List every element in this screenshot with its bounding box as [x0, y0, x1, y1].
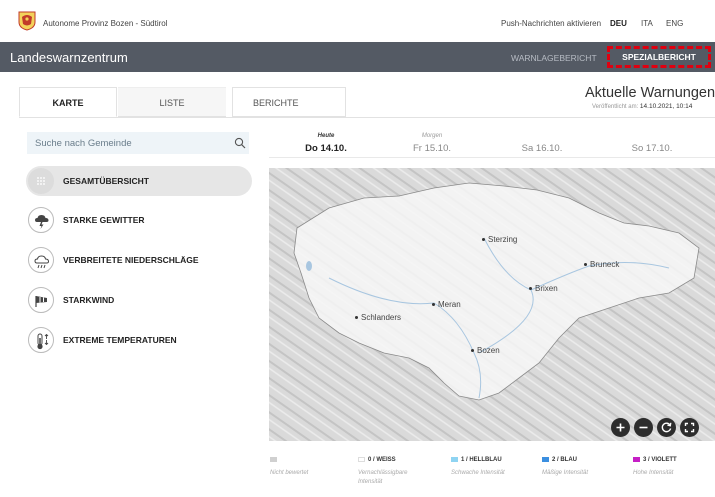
category-label: GESAMTÜBERSICHT	[63, 176, 149, 186]
tab-divider	[19, 117, 715, 118]
fullscreen-icon[interactable]	[680, 418, 699, 437]
thunderstorm-icon	[28, 207, 54, 233]
day-date: Fr 15.10.	[412, 143, 452, 154]
search-input[interactable]	[27, 132, 227, 154]
thermometer-icon	[28, 327, 54, 353]
reset-icon[interactable]	[657, 418, 676, 437]
legend-desc: Schwache Intensität	[451, 470, 505, 477]
category-extreme-temperaturen[interactable]: EXTREME TEMPERATUREN	[26, 325, 252, 355]
city-label: Meran	[432, 300, 461, 309]
rain-cloud-icon	[28, 247, 54, 273]
legend-level-0: 0 / WEISS Vernachlässigbare Intensität	[358, 457, 433, 487]
legend-title: 0 / WEISS	[368, 457, 396, 464]
legend-title: 3 / VIOLETT	[643, 457, 677, 464]
day-small-label	[602, 133, 702, 141]
province-name[interactable]: Autonome Provinz Bozen - Südtirol	[43, 19, 168, 28]
category-label: STARKE GEWITTER	[63, 215, 145, 225]
nav-spezialbericht[interactable]: SPEZIALBERICHT	[607, 46, 711, 68]
city-label: Bruneck	[584, 260, 619, 269]
lang-deu[interactable]: DEU	[610, 19, 627, 28]
city-label: Sterzing	[482, 235, 517, 244]
app-title[interactable]: Landeswarnzentrum	[10, 50, 128, 65]
lang-eng[interactable]: ENG	[666, 19, 683, 28]
published-label: Veröffentlicht am:	[592, 104, 639, 110]
published-info: Veröffentlicht am: 14.10.2021, 10:14	[592, 103, 692, 110]
nav-warnlagebericht[interactable]: WARNLAGEBERICHT	[511, 53, 597, 63]
zoom-in-icon[interactable]	[611, 418, 630, 437]
legend-title: 2 / BLAU	[552, 457, 578, 464]
category-label: VERBREITETE NIEDERSCHLÄGE	[63, 255, 199, 265]
day-tab-today[interactable]: Heute Do 14.10.	[276, 133, 376, 154]
category-starke-gewitter[interactable]: STARKE GEWITTER	[26, 205, 252, 235]
legend-swatch	[542, 457, 549, 462]
grid-icon	[28, 168, 54, 194]
legend-swatch	[633, 457, 640, 462]
top-bar: Autonome Provinz Bozen - Südtirol Push-N…	[0, 0, 715, 42]
warning-map[interactable]: Sterzing Bruneck Brixen Meran Schlanders…	[269, 168, 715, 441]
day-tab-saturday[interactable]: Sa 16.10.	[492, 133, 592, 154]
legend-level-3: 3 / VIOLETT Hohe Intensität	[633, 457, 677, 478]
legend-level-2: 2 / BLAU Mäßige Intensität	[542, 457, 588, 478]
legend-not-rated: Nicht bewertet	[270, 457, 308, 478]
tab-berichte[interactable]: BERICHTE	[232, 87, 346, 117]
day-tab-tomorrow[interactable]: Morgen Fr 15.10.	[382, 133, 482, 154]
legend-swatch	[451, 457, 458, 462]
search-icon[interactable]	[234, 137, 246, 149]
category-label: EXTREME TEMPERATUREN	[63, 335, 177, 345]
day-date: So 17.10.	[631, 143, 673, 154]
published-value: 14.10.2021, 10:14	[639, 103, 693, 110]
day-date: Sa 16.10.	[521, 143, 563, 154]
push-notifications-link[interactable]: Push-Nachrichten aktivieren	[501, 19, 601, 28]
city-label: Schlanders	[355, 313, 401, 322]
legend-swatch	[270, 457, 277, 462]
day-small-label	[492, 133, 592, 141]
day-small-label: Heute	[317, 133, 335, 139]
legend-desc: Nicht bewertet	[270, 470, 309, 477]
windsock-icon	[28, 287, 54, 313]
tab-karte[interactable]: KARTE	[19, 87, 117, 117]
category-gesamtuebersicht[interactable]: GESAMTÜBERSICHT	[26, 166, 252, 196]
terrain-relief	[269, 168, 715, 441]
title-bar: Landeswarnzentrum WARNLAGEBERICHT SPEZIA…	[0, 42, 715, 72]
municipality-search	[27, 132, 249, 154]
category-verbreitete-niederschlaege[interactable]: VERBREITETE NIEDERSCHLÄGE	[26, 245, 252, 275]
legend-swatch	[358, 457, 365, 462]
legend-level-1: 1 / HELLBLAU Schwache Intensität	[451, 457, 505, 478]
province-coat-of-arms-icon[interactable]	[18, 11, 36, 31]
lang-ita[interactable]: ITA	[641, 19, 653, 28]
day-tab-sunday[interactable]: So 17.10.	[602, 133, 702, 154]
category-starkwind[interactable]: STARKWIND	[26, 285, 252, 315]
legend-desc: Hohe Intensität	[633, 470, 674, 477]
city-label: Brixen	[529, 284, 558, 293]
day-small-label: Morgen	[421, 133, 443, 139]
tab-liste[interactable]: LISTE	[118, 87, 226, 117]
warnings-title: Aktuelle Warnungen	[585, 85, 715, 101]
zoom-out-icon[interactable]	[634, 418, 653, 437]
legend-desc: Vernachlässigbare Intensität	[358, 470, 408, 486]
city-label: Bozen	[471, 346, 500, 355]
category-label: STARKWIND	[63, 295, 115, 305]
day-divider	[269, 157, 715, 158]
day-date: Do 14.10.	[305, 143, 347, 154]
legend-title: 1 / HELLBLAU	[461, 457, 502, 464]
legend-desc: Mäßige Intensität	[542, 470, 589, 477]
